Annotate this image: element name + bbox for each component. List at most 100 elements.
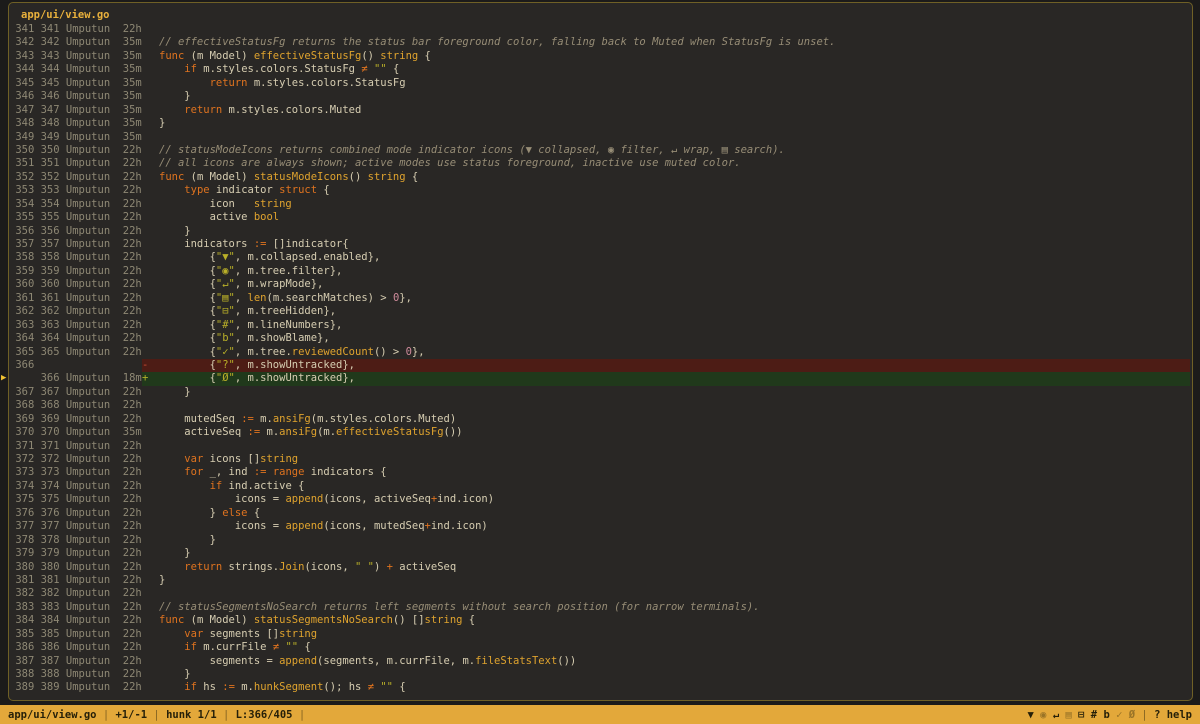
line-content: } (142, 225, 1190, 238)
line-content: var segments []string (142, 628, 1190, 641)
blame-gutter: 386 386 Umputun 22h (9, 641, 142, 654)
code-text: // all icons are always shown; active mo… (159, 157, 741, 170)
diff-marker (142, 614, 150, 627)
code-text: } (159, 225, 191, 238)
line-content: return strings.Join(icons, " ") + active… (142, 561, 1190, 574)
blame-gutter: 352 352 Umputun 22h (9, 171, 142, 184)
line-content: {"✓", m.tree.reviewedCount() > 0}, (142, 346, 1190, 359)
blame-gutter: 389 389 Umputun 22h (9, 681, 142, 694)
line-content: } (142, 90, 1190, 103)
code-row: 361 361 Umputun 22h {"▤", len(m.searchMa… (9, 292, 1192, 305)
code-text: for _, ind := range indicators { (159, 466, 387, 479)
code-row: 378 378 Umputun 22h } (9, 534, 1192, 547)
tree-hidden-icon: ⊟ (1072, 709, 1085, 721)
code-text: if hs := m.hunkSegment(); hs ≠ "" { (159, 681, 406, 694)
blame-gutter: 381 381 Umputun 22h (9, 574, 142, 587)
code-row: 383 383 Umputun 22h // statusSegmentsNoS… (9, 601, 1192, 614)
diff-marker (142, 601, 150, 614)
blame-gutter: 384 384 Umputun 22h (9, 614, 142, 627)
diff-marker (142, 641, 150, 654)
blame-gutter: 388 388 Umputun 22h (9, 668, 142, 681)
code-panel: app/ui/view.go 341 341 Umputun 22h 342 3… (8, 2, 1193, 701)
blame-gutter: 351 351 Umputun 22h (9, 157, 142, 170)
diff-marker (142, 681, 150, 694)
line-content (142, 23, 1190, 36)
statusbar-separator: | (217, 709, 236, 721)
code-text: {"Ø", m.showUntracked}, (159, 372, 355, 385)
diff-marker (142, 520, 150, 533)
code-row: 342 342 Umputun 35m // effectiveStatusFg… (9, 36, 1192, 49)
diff-marker (142, 413, 150, 426)
code-row: ▶ 366 Umputun 18m+ {"Ø", m.showUntracked… (9, 372, 1192, 385)
line-content: var icons []string (142, 453, 1190, 466)
diff-marker (142, 587, 150, 600)
code-text: activeSeq := m.ansiFg(m.effectiveStatusF… (159, 426, 462, 439)
code-text: // statusSegmentsNoSearch returns left s… (159, 601, 760, 614)
diff-marker (142, 292, 150, 305)
code-row: 354 354 Umputun 22h icon string (9, 198, 1192, 211)
code-row: 364 364 Umputun 22h {"b", m.showBlame}, (9, 332, 1192, 345)
code-text: if ind.active { (159, 480, 304, 493)
blame-gutter: 355 355 Umputun 22h (9, 211, 142, 224)
blame-gutter: 368 368 Umputun 22h (9, 399, 142, 412)
code-text: } (159, 574, 165, 587)
blame-gutter: 371 371 Umputun 22h (9, 440, 142, 453)
code-row: 353 353 Umputun 22h type indicator struc… (9, 184, 1192, 197)
code-row: 372 372 Umputun 22h var icons []string (9, 453, 1192, 466)
diff-marker (142, 198, 150, 211)
diff-marker (142, 466, 150, 479)
help-button[interactable]: ? help (1154, 709, 1192, 721)
code-row: 388 388 Umputun 22h } (9, 668, 1192, 681)
code-row: 352 352 Umputun 22h func (m Model) statu… (9, 171, 1192, 184)
code-row: 347 347 Umputun 35m return m.styles.colo… (9, 104, 1192, 117)
blame-gutter: 380 380 Umputun 22h (9, 561, 142, 574)
line-numbers-icon: # (1084, 709, 1097, 721)
code-row: 374 374 Umputun 22h if ind.active { (9, 480, 1192, 493)
code-text: mutedSeq := m.ansiFg(m.styles.colors.Mut… (159, 413, 456, 426)
blame-gutter: 369 369 Umputun 22h (9, 413, 142, 426)
line-content (142, 131, 1190, 144)
line-content: {"◉", m.tree.filter}, (142, 265, 1190, 278)
diff-marker (142, 117, 150, 130)
code-row: 351 351 Umputun 22h // all icons are alw… (9, 157, 1192, 170)
statusbar-mode-icons: ▼ ◉ ↵ ▤ ⊟ # b ✓ Ø (1028, 709, 1136, 721)
code-text: } (159, 117, 165, 130)
diff-marker (142, 668, 150, 681)
code-row: 363 363 Umputun 22h {"#", m.lineNumbers}… (9, 319, 1192, 332)
filter-icon: ◉ (1034, 709, 1047, 721)
blame-gutter: 375 375 Umputun 22h (9, 493, 142, 506)
code-row: 368 368 Umputun 22h (9, 399, 1192, 412)
diff-marker (142, 386, 150, 399)
code-row: 375 375 Umputun 22h icons = append(icons… (9, 493, 1192, 506)
code-lines[interactable]: 341 341 Umputun 22h 342 342 Umputun 35m … (9, 23, 1192, 695)
blame-gutter: 360 360 Umputun 22h (9, 278, 142, 291)
line-content: indicators := []indicator{ (142, 238, 1190, 251)
blame-gutter: 363 363 Umputun 22h (9, 319, 142, 332)
diff-marker (142, 453, 150, 466)
line-content: type indicator struct { (142, 184, 1190, 197)
statusbar-filename: app/ui/view.go (8, 709, 97, 721)
code-text: {"✓", m.tree.reviewedCount() > 0}, (159, 346, 425, 359)
statusbar-diffstat: +1/-1 (115, 709, 147, 721)
blame-gutter: 377 377 Umputun 22h (9, 520, 142, 533)
diff-marker (142, 251, 150, 264)
blame-gutter: 350 350 Umputun 22h (9, 144, 142, 157)
code-text: } (159, 547, 191, 560)
code-text: if m.styles.colors.StatusFg ≠ "" { (159, 63, 399, 76)
code-row: 350 350 Umputun 22h // statusModeIcons r… (9, 144, 1192, 157)
diff-marker (142, 225, 150, 238)
code-row: 381 381 Umputun 22h } (9, 574, 1192, 587)
blame-gutter: 383 383 Umputun 22h (9, 601, 142, 614)
diff-marker (142, 507, 150, 520)
code-row: 365 365 Umputun 22h {"✓", m.tree.reviewe… (9, 346, 1192, 359)
blame-gutter: 356 356 Umputun 22h (9, 225, 142, 238)
line-content: active bool (142, 211, 1190, 224)
code-text: {"↵", m.wrapMode}, (159, 278, 323, 291)
code-row: 377 377 Umputun 22h icons = append(icons… (9, 520, 1192, 533)
blame-gutter: 342 342 Umputun 35m (9, 36, 142, 49)
diff-marker (142, 144, 150, 157)
code-row: 355 355 Umputun 22h active bool (9, 211, 1192, 224)
diff-marker (142, 90, 150, 103)
code-text: func (m Model) effectiveStatusFg() strin… (159, 50, 431, 63)
diff-marker (142, 319, 150, 332)
